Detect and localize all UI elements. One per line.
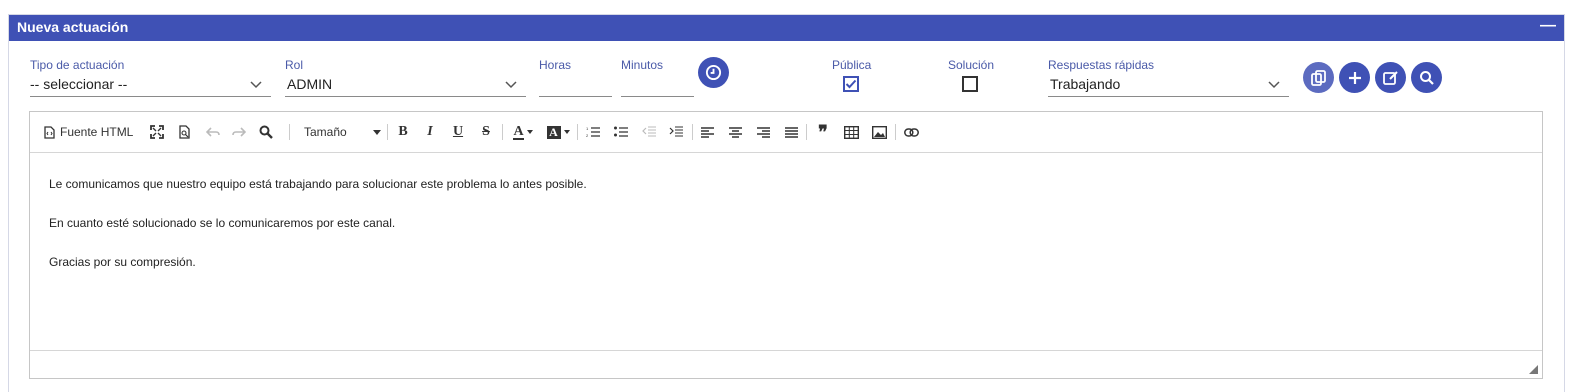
- image-button[interactable]: [870, 122, 888, 142]
- italic-button[interactable]: I: [423, 122, 437, 142]
- blockquote-button[interactable]: ❞: [814, 122, 832, 142]
- align-justify-icon: [784, 126, 798, 138]
- copy-icon: [1310, 69, 1326, 86]
- source-html-button[interactable]: Fuente HTML: [44, 122, 133, 142]
- bullet-list-icon: [614, 126, 628, 137]
- outdent-icon: [642, 126, 656, 137]
- solucion-checkbox[interactable]: [962, 76, 978, 92]
- clock-button[interactable]: [698, 57, 729, 88]
- editor-statusbar: [30, 350, 1542, 378]
- resize-handle-icon[interactable]: [1529, 365, 1538, 374]
- respuestas-value: Trabajando: [1050, 76, 1121, 92]
- fullscreen-icon: [150, 125, 164, 139]
- align-center-icon: [728, 126, 742, 138]
- underline-button[interactable]: U: [451, 122, 465, 142]
- search-icon: [1419, 70, 1434, 85]
- editor-line: Le comunicamos que nuestro equipo está t…: [49, 177, 587, 191]
- preview-icon: [179, 125, 190, 139]
- fullscreen-button[interactable]: [149, 122, 165, 142]
- chevron-down-icon: [1268, 81, 1280, 89]
- align-center-button[interactable]: [727, 122, 743, 142]
- strikethrough-button[interactable]: S: [479, 122, 493, 142]
- link-icon: [903, 127, 919, 137]
- copy-button[interactable]: [1303, 62, 1334, 93]
- publica-checkbox[interactable]: [843, 76, 859, 92]
- check-icon: [845, 79, 857, 89]
- table-icon: [843, 125, 859, 139]
- undo-button[interactable]: [205, 122, 221, 142]
- editor-content[interactable]: Le comunicamos que nuestro equipo está t…: [30, 153, 1542, 351]
- chevron-down-icon: [505, 81, 517, 89]
- rol-select[interactable]: ADMIN: [285, 75, 526, 97]
- search-icon: [259, 125, 273, 139]
- svg-text:2: 2: [586, 133, 589, 138]
- search-button[interactable]: [1411, 62, 1442, 93]
- add-button[interactable]: [1339, 62, 1370, 93]
- font-size-dropdown[interactable]: Tamaño: [304, 122, 381, 142]
- edit-icon: [1382, 70, 1398, 85]
- find-button[interactable]: [258, 122, 274, 142]
- rich-text-editor: Fuente HTML Tamaño B I U S A A 1 2 ❞ Le …: [29, 111, 1543, 379]
- align-right-button[interactable]: [755, 122, 771, 142]
- publica-label: Pública: [832, 58, 872, 72]
- solucion-label: Solución: [948, 58, 995, 72]
- svg-text:1: 1: [586, 126, 589, 131]
- caret-down-icon: [372, 129, 381, 135]
- minutos-input[interactable]: [621, 75, 694, 97]
- rol-label: Rol: [285, 58, 304, 72]
- outdent-button[interactable]: [641, 122, 657, 142]
- redo-icon: [232, 127, 246, 137]
- background-color-button[interactable]: A: [544, 122, 572, 142]
- align-right-icon: [756, 126, 770, 138]
- indent-icon: [669, 126, 683, 137]
- chevron-down-icon: [250, 81, 262, 89]
- editor-line: Gracias por su compresión.: [49, 255, 196, 269]
- font-color-button[interactable]: A: [510, 122, 536, 142]
- plus-icon: [1348, 71, 1361, 84]
- editor-line: En cuanto esté solucionado se lo comunic…: [49, 216, 396, 230]
- tipo-label: Tipo de actuación: [30, 58, 125, 72]
- panel-title: Nueva actuación: [17, 19, 129, 35]
- redo-button[interactable]: [231, 122, 247, 142]
- editor-toolbar: Fuente HTML Tamaño B I U S A A 1 2 ❞: [30, 112, 1542, 153]
- link-button[interactable]: [902, 122, 920, 142]
- caret-down-icon: [526, 130, 533, 134]
- respuestas-select[interactable]: Trabajando: [1048, 75, 1289, 97]
- bold-button[interactable]: B: [396, 122, 410, 142]
- new-action-panel: Nueva actuación — Tipo de actuación -- s…: [8, 14, 1565, 392]
- tipo-select[interactable]: -- seleccionar --: [30, 75, 271, 97]
- caret-down-icon: [563, 130, 570, 134]
- align-left-button[interactable]: [699, 122, 715, 142]
- ordered-list-button[interactable]: 1 2: [585, 122, 601, 142]
- align-left-icon: [700, 126, 714, 138]
- code-file-icon: [44, 125, 55, 139]
- panel-header: Nueva actuación —: [9, 15, 1564, 41]
- image-icon: [871, 125, 887, 139]
- collapse-button[interactable]: —: [1540, 17, 1556, 35]
- rol-value: ADMIN: [287, 76, 333, 92]
- clock-icon: [705, 64, 722, 81]
- minutos-label: Minutos: [621, 58, 664, 72]
- preview-button[interactable]: [177, 122, 193, 142]
- horas-label: Horas: [539, 58, 572, 72]
- undo-icon: [206, 127, 220, 137]
- unordered-list-button[interactable]: [613, 122, 629, 142]
- table-button[interactable]: [842, 122, 860, 142]
- respuestas-label: Respuestas rápidas: [1048, 58, 1155, 72]
- edit-button[interactable]: [1375, 62, 1406, 93]
- horas-input[interactable]: [539, 75, 612, 97]
- indent-button[interactable]: [668, 122, 684, 142]
- ordered-list-icon: 1 2: [586, 126, 600, 138]
- align-justify-button[interactable]: [783, 122, 799, 142]
- tipo-value: -- seleccionar --: [30, 76, 128, 92]
